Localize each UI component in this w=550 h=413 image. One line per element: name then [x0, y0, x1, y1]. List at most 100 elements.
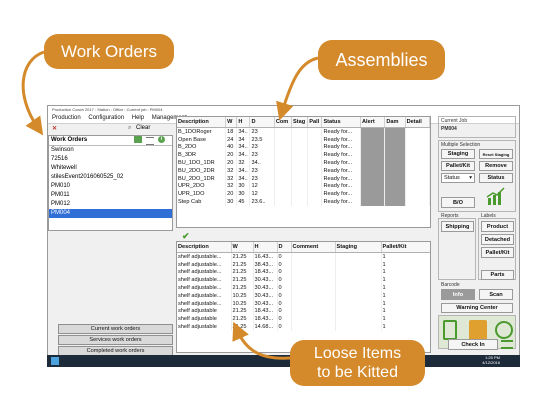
table-cell: shelf adjustable...: [177, 291, 232, 300]
col-header[interactable]: Stag: [291, 117, 309, 128]
left-toolbar: ✕ ⌕ Clear: [50, 125, 172, 134]
col-header[interactable]: Status: [321, 117, 361, 128]
table-cell: B_3DR: [177, 151, 227, 160]
list-lines-icon[interactable]: [501, 340, 513, 349]
table-cell: [384, 143, 406, 152]
work-order-item-selected[interactable]: PM004: [49, 209, 172, 218]
table-cell: [335, 268, 382, 277]
table-row[interactable]: B_2DO 40 34.. 23 Ready for...: [177, 143, 430, 152]
table-cell: [291, 307, 336, 316]
table-row[interactable]: Open Base 24 34 23.5 Ready for...: [177, 135, 430, 144]
clipboard-icon[interactable]: [443, 320, 457, 340]
col-header[interactable]: Dam: [384, 117, 406, 128]
detached-button[interactable]: Detached: [481, 234, 514, 245]
col-header[interactable]: Detail: [405, 117, 430, 128]
table-row[interactable]: Step Cab 30 45 23.6.. Ready for...: [177, 198, 430, 206]
warning-center-button[interactable]: Warning Center: [441, 303, 513, 313]
status-select[interactable]: Status ▾: [441, 173, 475, 183]
bo-button[interactable]: B/O: [441, 197, 475, 208]
check-in-button[interactable]: Check In: [448, 339, 498, 350]
product-button[interactable]: Product: [481, 221, 514, 232]
windows-start-icon[interactable]: [51, 357, 59, 365]
work-order-item[interactable]: Swinson: [49, 146, 172, 155]
table-row[interactable]: shelf adjustable 21.25 18.43... 0 1: [177, 307, 430, 316]
table-row[interactable]: shelf adjustable... 21.25 30.43... 0 1: [177, 284, 430, 292]
table-cell: BU_2DO_2DR: [177, 166, 227, 175]
table-cell: [335, 299, 382, 308]
clear-icon[interactable]: ✕: [52, 125, 57, 132]
table-cell: 34..: [249, 159, 275, 167]
table-row[interactable]: BU_1DO_1DR 20 32 34.. Ready for...: [177, 159, 430, 167]
work-order-item[interactable]: PM011: [49, 191, 172, 200]
services-work-orders-button[interactable]: Services work orders: [58, 335, 173, 345]
table-cell: 21.25: [231, 315, 254, 324]
parts-button[interactable]: Parts: [481, 270, 514, 280]
table-row[interactable]: shelf adjustable 21.25 14.68... 0 1: [177, 323, 430, 331]
table-cell: 0: [277, 323, 292, 331]
shipping-button[interactable]: Shipping: [441, 221, 474, 232]
col-header[interactable]: D: [277, 242, 292, 253]
table-cell: 20: [225, 151, 238, 160]
list-view-icon[interactable]: [146, 137, 154, 145]
table-row[interactable]: B_3DR 20 34.. 23 Ready for...: [177, 151, 430, 160]
work-order-item[interactable]: stilesEvent2016060525_02: [49, 173, 172, 182]
menu-production[interactable]: Production: [52, 115, 81, 121]
work-order-item[interactable]: 72516: [49, 155, 172, 164]
clear-button[interactable]: Clear: [136, 125, 150, 131]
staging-button[interactable]: Staging: [441, 149, 475, 159]
table-row[interactable]: shelf adjustable 21.25 18.43... 0 1: [177, 315, 430, 324]
col-header[interactable]: W: [225, 117, 238, 128]
col-header[interactable]: W: [231, 242, 254, 253]
remove-button[interactable]: Remove: [479, 161, 513, 171]
clock-icon[interactable]: [495, 321, 513, 339]
work-order-item[interactable]: PM012: [49, 200, 172, 209]
table-row[interactable]: shelf adjustable... 21.25 16.43... 0 1: [177, 252, 430, 261]
trend-chart-icon[interactable]: [486, 186, 506, 206]
grid-view-icon[interactable]: [134, 136, 142, 143]
info-icon[interactable]: i: [158, 136, 165, 143]
table-cell: 0: [277, 315, 292, 324]
table-row[interactable]: shelf adjustable... 10.25 30.43... 0 1: [177, 299, 430, 308]
status-select-value: Status: [444, 175, 460, 181]
magnifier-icon[interactable]: ⌕: [128, 125, 131, 132]
table-cell: BU_2DO_1DR: [177, 174, 227, 183]
table-cell: [291, 143, 309, 152]
table-cell: [384, 174, 406, 183]
col-header[interactable]: Pall: [307, 117, 323, 128]
table-cell: 10.25: [231, 291, 254, 300]
col-header[interactable]: Description: [177, 117, 227, 128]
scan-button[interactable]: Scan: [479, 289, 513, 300]
col-header[interactable]: D: [249, 117, 275, 128]
col-header[interactable]: H: [236, 117, 251, 128]
table-row[interactable]: UPR_1DO 20 30 12 Ready for...: [177, 190, 430, 199]
col-header[interactable]: Pallet/Kit: [381, 242, 430, 253]
table-row[interactable]: shelf adjustable... 21.25 30.43... 0 1: [177, 276, 430, 285]
current-work-orders-button[interactable]: Current work orders: [58, 324, 173, 334]
status-button[interactable]: Status: [479, 173, 513, 183]
pallet-kit-label-button[interactable]: Pallet/Kit: [481, 247, 514, 258]
table-cell: [384, 151, 406, 160]
table-cell: 30.43...: [253, 291, 278, 300]
table-row[interactable]: shelf adjustable... 10.25 30.43... 0 1: [177, 291, 430, 300]
pallet-kit-button[interactable]: Pallet/Kit: [441, 161, 475, 171]
table-row[interactable]: shelf adjustable... 21.25 18.43... 0 1: [177, 268, 430, 277]
table-row[interactable]: BU_2DO_2DR 32 34.. 23 Ready for...: [177, 166, 430, 175]
info-button[interactable]: Info: [441, 289, 475, 300]
work-order-item[interactable]: PM010: [49, 182, 172, 191]
col-header[interactable]: Description: [177, 242, 232, 253]
table-row[interactable]: BU_2DO_1DR 32 34.. 23 Ready for...: [177, 174, 430, 183]
loose-items-callout: Loose Items to be Kitted: [290, 340, 425, 386]
col-header[interactable]: H: [253, 242, 278, 253]
table-row[interactable]: B_1DORoger 18 34.. 23 Ready for...: [177, 127, 430, 136]
menu-configuration[interactable]: Configuration: [88, 115, 124, 121]
calendar-icon[interactable]: [469, 320, 487, 340]
col-header[interactable]: Comment: [291, 242, 336, 253]
col-header[interactable]: Staging: [335, 242, 382, 253]
col-header[interactable]: Alert: [360, 117, 386, 128]
table-row[interactable]: shelf adjustable... 21.25 38.43... 0 1: [177, 260, 430, 269]
work-order-item[interactable]: Whitewell: [49, 164, 172, 173]
reset-staging-button[interactable]: Reset Staging: [479, 149, 513, 159]
menu-help[interactable]: Help: [132, 115, 144, 121]
col-header[interactable]: Com: [274, 117, 293, 128]
table-row[interactable]: UPR_2DO 32 30 12 Ready for...: [177, 182, 430, 191]
